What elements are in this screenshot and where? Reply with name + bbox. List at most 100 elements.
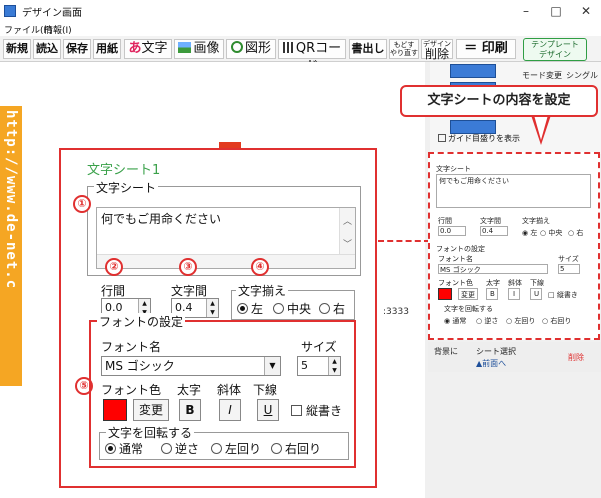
shape-button[interactable]: 図形 [226,39,276,59]
mini-size-label: サイズ [558,255,579,263]
print-button[interactable]: ＝ 印刷 [456,39,516,59]
vertical-writing-checkbox[interactable]: 縦書き [291,402,342,419]
mini-rotate-normal[interactable]: ◉ 通常 [444,316,466,326]
mini-align-left[interactable]: ◉ 左 [522,228,537,238]
url-strip: http://www.de-net.c [0,106,22,386]
new-button[interactable]: 新規 [3,39,31,59]
mini-line-label: 行間 [438,217,452,225]
paper-button[interactable]: 用紙 [93,39,121,59]
align-left-radio[interactable]: 左 [237,300,263,317]
guide-checkbox[interactable]: ガイド目盛りを表示 [438,133,520,144]
maximize-button[interactable]: □ [541,2,571,20]
single-label[interactable]: シングル [566,70,598,81]
mini-font-color-label: フォント色 [438,279,473,287]
size-label: サイズ [301,340,337,354]
delete-button[interactable]: 削除 [568,352,584,363]
underline-button[interactable]: U [257,399,279,421]
mini-rotate-right[interactable]: ○ 右回り [542,316,571,326]
menu-info[interactable]: 情報(I) [44,23,72,36]
window-title: デザイン画面 [22,8,82,19]
shape-icon [230,41,243,53]
font-size-arrows[interactable]: ▲ ▼ [328,357,340,375]
export-button[interactable]: 書出し [349,39,387,59]
marker-2: ② [105,258,123,276]
text-scrollbar-h[interactable] [97,254,355,268]
open-button[interactable]: 読込 [33,39,61,59]
mini-italic-button[interactable]: I [508,288,520,300]
marker-4: ④ [251,258,269,276]
italic-label: 斜体 [217,383,242,397]
mini-textarea[interactable]: 何でもご用命ください [436,174,591,208]
text-button[interactable]: あ文字 [124,39,172,59]
font-color-swatch[interactable] [103,399,127,421]
mini-size-spin[interactable]: 5 [558,264,580,274]
mini-font-color-swatch[interactable] [438,288,452,300]
mini-rotate-reverse[interactable]: ○ 逆さ [476,316,498,326]
bold-button[interactable]: B [179,399,201,421]
template-design-button[interactable]: テンプレート デザイン [523,38,587,61]
canvas-number: :3333 [383,307,409,317]
rotate-normal-radio[interactable]: 通常 [105,440,143,457]
text-sheet-panel: 文字シート1 文字シート 何でもご用命ください ︿ ﹀ ① ② ③ ④ ⑤ 行間 … [59,148,377,488]
font-name-select[interactable]: MS ゴシック ▼ [101,356,281,376]
close-button[interactable]: ✕ [571,2,601,20]
char-spacing-arrows[interactable]: ▲ ▼ [206,299,218,317]
italic-button[interactable]: I [219,399,241,421]
text-icon: あ [128,41,142,56]
marker-3: ③ [179,258,197,276]
panel-title: 文字シート1 [87,163,161,178]
url-text: http://www.de-net.c [3,110,19,290]
font-name-label: フォント名 [101,340,162,354]
connector-line [378,240,430,242]
rotate-right-radio[interactable]: 右回り [271,440,321,457]
callout-box: 文字シートの内容を設定 [400,85,598,117]
undo-button[interactable]: もどす やり直す [389,39,419,59]
mini-change-button[interactable]: 変更 [458,288,478,300]
mini-line-spin[interactable]: 0.0 [438,226,466,236]
mini-align-right[interactable]: ○ 右 [568,228,583,238]
text-input[interactable]: 何でもご用命ください ︿ ﹀ [96,207,356,269]
mini-char-label: 文字間 [480,217,501,225]
mini-rotate-left[interactable]: ○ 左回り [506,316,535,326]
toolbar: 新規 読込 保存 用紙 あ文字 画像 図形 QRコード 書出し もどすやり直す … [0,36,601,74]
mini-char-spin[interactable]: 0.4 [480,226,508,236]
layout-thumb-3[interactable] [450,120,496,134]
align-right-radio[interactable]: 右 [319,300,345,317]
mini-bold-button[interactable]: B [486,288,498,300]
mini-font-select[interactable]: MS ゴシック [438,264,548,274]
image-icon [178,42,192,53]
mini-rotate-label: 文字を回転する [444,305,493,313]
mode-change-label[interactable]: モード変更 [522,70,562,81]
align-center-radio[interactable]: 中央 [273,300,311,317]
mini-settings-panel: 文字シート 何でもご用命ください 行間 文字間 文字揃え 0.0 0.4 ◉ 左… [428,152,600,340]
mini-align-center[interactable]: ○ 中央 [540,228,562,238]
line-spacing-label: 行間 [101,284,126,298]
font-color-change-button[interactable]: 変更 [133,399,169,421]
char-spacing-label: 文字間 [171,284,208,298]
mini-align-label: 文字揃え [522,217,550,225]
layout-thumb-1[interactable] [450,64,496,78]
bring-front-button[interactable]: ▲前面へ [476,358,506,369]
qr-button[interactable]: QRコード [278,39,346,74]
title-bar: デザイン画面 – □ ✕ [0,0,601,22]
guide-checkbox-box [438,134,446,142]
font-color-label: フォント色 [101,383,162,397]
mini-underline-label: 下線 [530,279,544,287]
chevron-down-icon[interactable]: ▼ [264,357,280,375]
rotate-reverse-radio[interactable]: 逆さ [161,440,199,457]
bottom-label-2: シート選択 [476,347,516,356]
mini-underline-button[interactable]: U [530,288,542,300]
minimize-button[interactable]: – [511,2,541,20]
rotate-left-radio[interactable]: 左回り [211,440,261,457]
image-button[interactable]: 画像 [174,39,224,59]
qr-icon [282,42,294,53]
mini-vertical-checkbox[interactable]: □ 縦書き [548,290,578,300]
save-button[interactable]: 保存 [63,39,91,59]
font-size-spinner[interactable]: 5 ▲ ▼ [297,356,341,376]
menu-bar: ファイル(F) 情報(I) [0,22,601,36]
mini-sheet-label: 文字シート [436,165,471,173]
bold-label: 太字 [177,383,202,397]
design-delete-button[interactable]: デザイン 削除 [421,39,453,60]
rotate-label: 文字を回転する [106,424,195,441]
print-icon: ＝ [464,41,482,56]
